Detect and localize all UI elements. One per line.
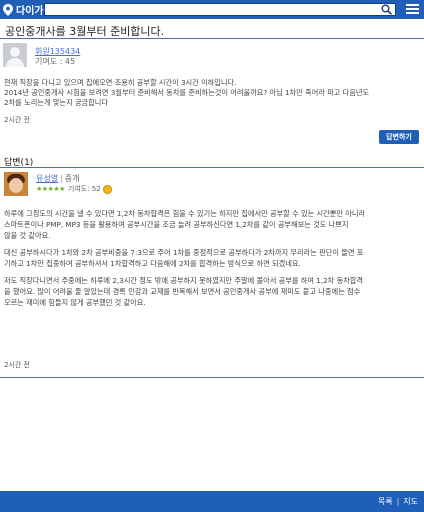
question-body-line: 2014년 공인중개사 시험을 보려면 3월부터 준비해서 동차를 준비하는것이…	[4, 88, 370, 97]
question-body-line: 2차를 노리는게 맞는지 궁금합니다	[4, 98, 109, 107]
answer-line: 하루에 그정도의 시간을 낼 수 있다면 1,2차 동차합격은 힘을 수 있기는…	[4, 209, 366, 218]
answer-line: 오르는 재미에 힘들지 않게 공부했던 것 같아요.	[4, 298, 146, 307]
answerer-contribution: 기여도: 52	[67, 185, 101, 193]
map-link[interactable]: 지도	[403, 497, 418, 506]
asker-contribution: 기여도 : 45	[35, 57, 76, 66]
answer-line: 스마트폰이나 PMP, MP3 등을 활용하여 공부시간을 조금 늘려 공부하신…	[4, 220, 349, 229]
answer-body: 하루에 그정도의 시간을 낼 수 있다면 1,2차 동차합격은 힘을 수 있기는…	[4, 208, 420, 314]
list-link[interactable]: 목록	[378, 497, 393, 506]
question-body-line: 현재 직장을 다니고 있으며 집에오면 조용히 공부할 시간이 3시간 이하입니…	[4, 78, 237, 87]
search-input[interactable]	[45, 11, 381, 23]
question-title: 공인중개사를 3월부터 준비합니다.	[5, 25, 165, 38]
answer-paragraph: 하루에 그정도의 시간을 낼 수 있다면 1,2차 동차합격은 힘을 수 있기는…	[4, 208, 420, 241]
footer-bar: 목록 | 지도	[0, 491, 424, 512]
answer-time: 2시간 전	[4, 361, 30, 369]
medal-icon	[102, 184, 112, 194]
search-box	[44, 3, 396, 23]
answer-line: 대신 공부하시다가 1차와 2차 공부비중을 7:3으로 주어 1차를 중점적으…	[4, 248, 364, 257]
answer-line: 을 했어요. 많이 어려울 줄 알았는데 경록 인강과 교재를 반복해서 보면서…	[4, 287, 361, 296]
separator: |	[396, 497, 400, 506]
footer-links: 목록 | 지도	[378, 496, 418, 507]
answerer-info: 유성열 | 중개	[36, 173, 80, 184]
hamburger-menu-icon[interactable]	[406, 4, 419, 15]
separator: |	[60, 174, 63, 183]
answer-line: 기하고 1차만 집중하여 공부하셔서 1차합격하고 다음해에 2차를 합격하는 …	[4, 259, 301, 268]
answer-line: 저도 직장다니면서 주중에는 하루에 2,3시간 정도 밖에 공부하지 못하였지…	[4, 276, 364, 285]
write-answer-button[interactable]: 답변하기	[379, 130, 419, 144]
logo[interactable]: 다이가	[3, 2, 44, 17]
divider	[0, 377, 424, 378]
answer-line: 않을 것 같아요.	[4, 231, 51, 240]
question-time: 2시간 전	[4, 116, 30, 124]
search-icon[interactable]	[381, 4, 393, 15]
answerer-meta: ★★★★★ 기여도: 52	[36, 184, 112, 194]
answer-paragraph: 저도 직장다니면서 주중에는 하루에 2,3시간 정도 밖에 공부하지 못하였지…	[4, 275, 420, 308]
divider	[0, 38, 424, 39]
map-pin-icon	[3, 3, 13, 16]
question-body: 현재 직장을 다니고 있으며 집에오면 조용히 공부할 시간이 3시간 이하입니…	[4, 78, 420, 108]
top-bar: 다이가	[0, 0, 424, 23]
rating-stars: ★★★★★	[36, 185, 65, 193]
answer-paragraph: 대신 공부하시다가 1차와 2차 공부비중을 7:3으로 주어 1차를 중점적으…	[4, 247, 420, 269]
answerer-avatar[interactable]	[4, 172, 28, 196]
divider	[0, 167, 424, 168]
answerer-tag: 중개	[64, 174, 80, 183]
answerer-name-link[interactable]: 유성열	[36, 174, 58, 183]
asker-avatar[interactable]	[3, 43, 27, 67]
logo-text: 다이가	[16, 6, 44, 17]
